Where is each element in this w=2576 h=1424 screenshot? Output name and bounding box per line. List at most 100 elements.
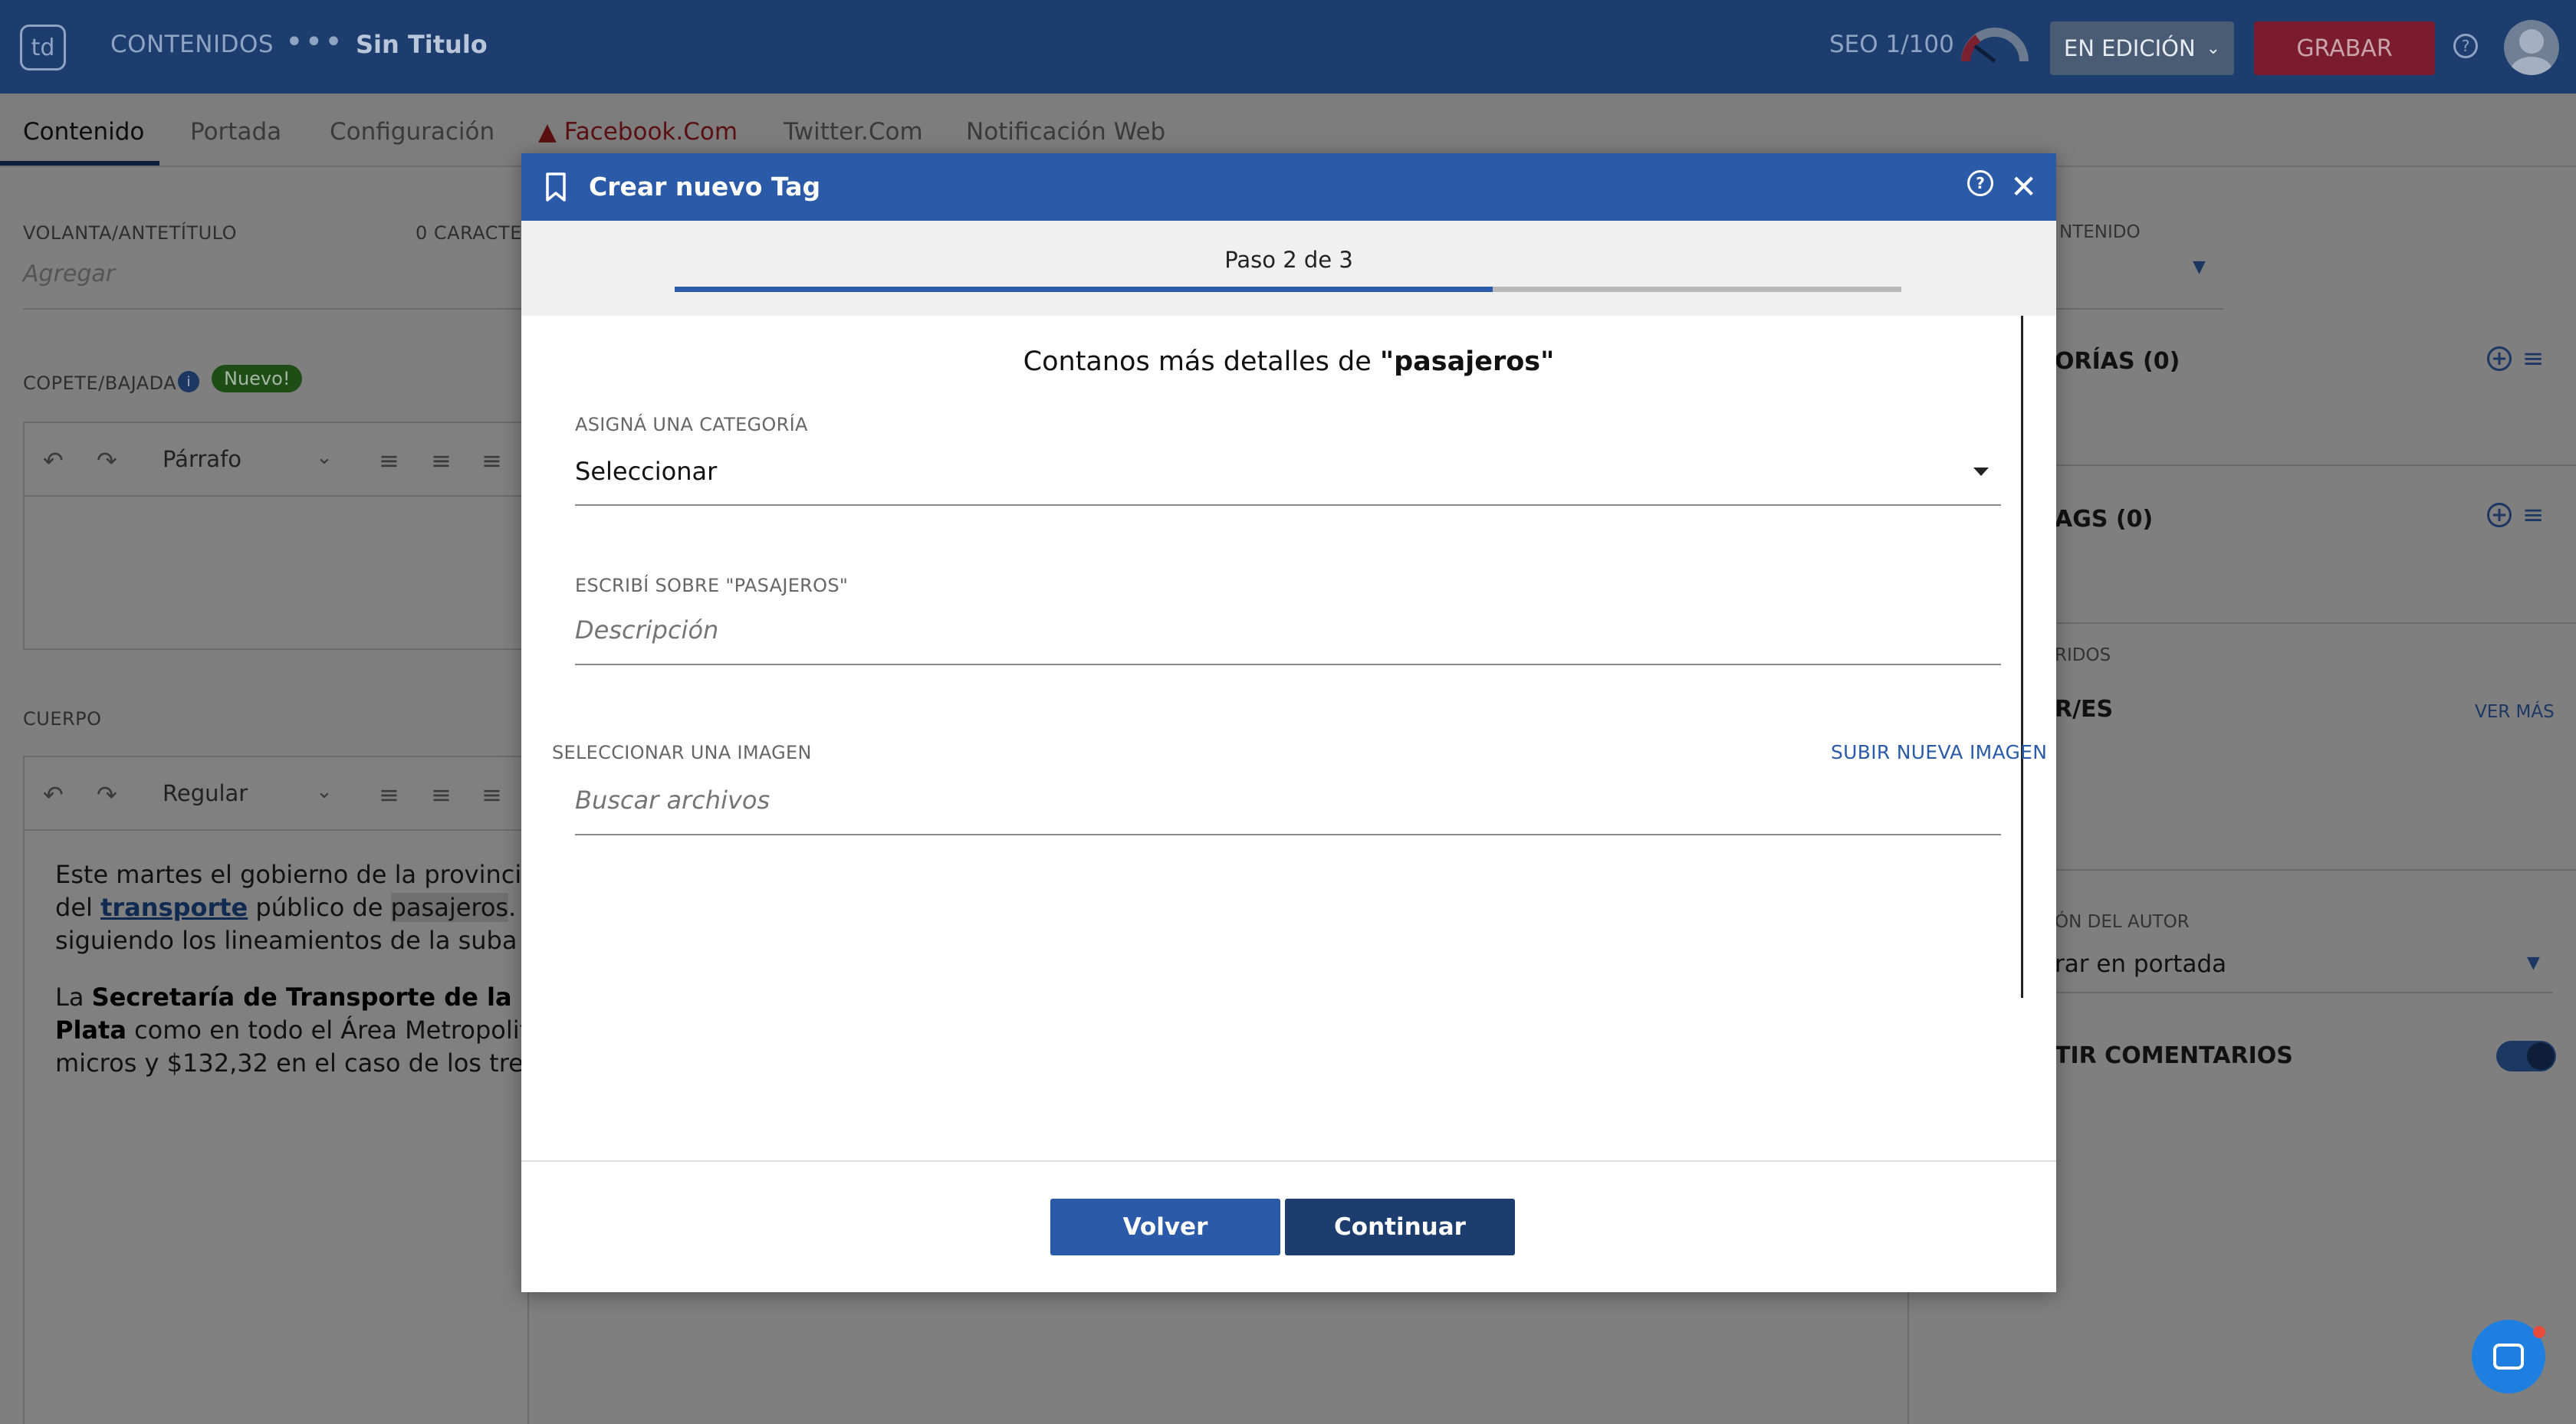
progress-bar — [675, 287, 1901, 292]
body-line: siguiendo los lineamientos de la suba qu — [55, 926, 557, 955]
scrollbar[interactable] — [2021, 316, 2023, 998]
body-line: micros y $132,32 en el caso de los trene… — [55, 1048, 567, 1078]
body-line: Plata como en todo el Área Metropolitan — [55, 1016, 560, 1045]
align-right-icon[interactable]: ≡ — [481, 446, 502, 475]
chat-icon — [2493, 1344, 2524, 1370]
text-style-select[interactable]: Regular — [163, 780, 248, 806]
comentarios-title: TIR COMENTARIOS — [2055, 1042, 2293, 1069]
undo-icon[interactable]: ↶ — [43, 780, 64, 809]
categorias-title: ORÍAS (0) — [2055, 348, 2180, 375]
align-left-icon[interactable]: ≡ — [379, 780, 399, 809]
upload-image-link[interactable]: SUBIR NUEVA IMAGEN — [1831, 741, 2047, 763]
status-label: EN EDICIÓN — [2063, 35, 2196, 61]
description-input[interactable] — [575, 613, 1996, 647]
continue-button[interactable]: Continuar — [1285, 1199, 1515, 1255]
active-tab-indicator — [0, 161, 159, 166]
add-tag-icon[interactable]: + — [2487, 503, 2512, 527]
section-label[interactable]: CONTENIDOS — [110, 31, 274, 58]
copete-label: COPETE/BAJADA — [23, 372, 177, 394]
tab-configuracion[interactable]: Configuración — [330, 118, 495, 146]
tab-facebook-label: Facebook.Com — [564, 118, 738, 146]
chevron-down-icon: ⌄ — [316, 446, 333, 469]
help-icon[interactable]: ? — [2453, 34, 2478, 58]
description-underline — [575, 664, 2001, 665]
avatar[interactable] — [2504, 20, 2559, 75]
caret-down-icon[interactable]: ▼ — [2193, 258, 2206, 277]
modal-title: Crear nuevo Tag — [589, 172, 821, 202]
tab-facebook[interactable]: ▲ Facebook.Com — [538, 118, 738, 146]
copete-editor[interactable]: ↶ ↷ Párrafo ⌄ ≡ ≡ ≡ — [23, 422, 529, 650]
body-paragraph-1[interactable]: Este martes el gobierno de la provincia … — [55, 858, 570, 957]
bookmark-icon — [546, 172, 566, 202]
tab-notificacion-web[interactable]: Notificación Web — [966, 118, 1165, 146]
seo-gauge-icon[interactable] — [1961, 23, 2029, 64]
redo-icon[interactable]: ↷ — [97, 780, 117, 809]
cuerpo-editor[interactable]: ↶ ↷ Regular ⌄ ≡ ≡ ≡ — [23, 756, 529, 1424]
category-label: ASIGNÁ UNA CATEGORÍA — [575, 414, 808, 435]
redo-icon[interactable]: ↷ — [97, 446, 117, 475]
progress-fill — [675, 287, 1493, 292]
back-button[interactable]: Volver — [1050, 1199, 1280, 1255]
tab-portada[interactable]: Portada — [190, 118, 281, 146]
body-line: Este martes el gobierno de la provincia … — [55, 860, 560, 889]
category-list-icon[interactable]: ≡ — [2522, 343, 2545, 374]
chevron-down-icon: ⌄ — [2206, 38, 2221, 58]
tag-list-icon[interactable]: ≡ — [2522, 500, 2545, 530]
autor-display-select[interactable]: rar en portada — [2055, 950, 2226, 978]
undo-icon[interactable]: ↶ — [43, 446, 64, 475]
volanta-input[interactable]: Agregar — [23, 261, 115, 287]
highlighted-tag-word[interactable]: pasajeros — [390, 893, 509, 922]
volanta-counter: 0 CARACTE — [416, 222, 522, 244]
save-button[interactable]: GRABAR — [2254, 21, 2435, 75]
more-icon[interactable]: ••• — [285, 25, 344, 60]
image-label: SELECCIONAR UNA IMAGEN — [552, 742, 812, 763]
modal-header: Crear nuevo Tag ? ✕ — [521, 153, 2056, 221]
help-icon[interactable]: ? — [1967, 170, 1993, 196]
caret-down-icon[interactable] — [1973, 468, 1989, 476]
cuerpo-toolbar: ↶ ↷ Regular ⌄ ≡ ≡ ≡ — [25, 757, 527, 831]
cuerpo-label: CUERPO — [23, 708, 102, 730]
autor-underline — [2055, 992, 2553, 993]
new-badge: Nuevo! — [212, 365, 303, 392]
document-title[interactable]: Sin Titulo — [356, 30, 488, 59]
paragraph-style-select[interactable]: Párrafo — [163, 446, 242, 472]
align-center-icon[interactable]: ≡ — [431, 780, 452, 809]
autores-title: R/ES — [2055, 696, 2114, 723]
stepper: Paso 2 de 3 — [521, 221, 2056, 316]
seo-score[interactable]: SEO 1/100 — [1829, 31, 1954, 58]
body-line: La Secretaría de Transporte de la Nacio — [55, 983, 598, 1012]
step-indicator: Paso 2 de 3 — [1224, 247, 1353, 273]
align-left-icon[interactable]: ≡ — [379, 446, 399, 475]
status-dropdown[interactable]: EN EDICIÓN ⌄ — [2050, 21, 2234, 75]
volanta-label: VOLANTA/ANTETÍTULO — [23, 222, 238, 244]
top-bar: td CONTENIDOS ••• Sin Titulo SEO 1/100 E… — [0, 0, 2576, 94]
modal-heading: Contanos más detalles de "pasajeros" — [1023, 346, 1555, 377]
copete-toolbar: ↶ ↷ Párrafo ⌄ ≡ ≡ ≡ — [25, 423, 527, 497]
transporte-link[interactable]: transporte — [100, 893, 248, 922]
comments-toggle[interactable] — [2496, 1041, 2556, 1071]
td-logo[interactable]: td — [20, 25, 66, 71]
category-underline — [575, 504, 2001, 506]
body-line: del transporte público de pasajeros. Has — [55, 893, 570, 922]
chevron-down-icon: ⌄ — [316, 780, 333, 803]
search-files-underline — [575, 834, 2001, 835]
caret-down-icon[interactable]: ▼ — [2527, 953, 2540, 973]
tab-twitter[interactable]: Twitter.Com — [784, 118, 923, 146]
autor-display-label: ÓN DEL AUTOR — [2055, 912, 2190, 932]
align-right-icon[interactable]: ≡ — [481, 780, 502, 809]
ver-mas-link[interactable]: VER MÁS — [2475, 702, 2555, 722]
create-tag-modal: Crear nuevo Tag ? ✕ Paso 2 de 3 Contanos… — [521, 153, 2056, 1292]
description-label: ESCRIBÍ SOBRE "PASAJEROS" — [575, 575, 849, 596]
info-icon[interactable]: i — [178, 371, 199, 392]
align-center-icon[interactable]: ≡ — [431, 446, 452, 475]
category-select[interactable]: Seleccionar — [575, 457, 717, 486]
add-category-icon[interactable]: + — [2487, 346, 2512, 371]
warning-icon: ▲ — [538, 118, 557, 146]
notification-dot — [2533, 1326, 2545, 1338]
search-files-input[interactable] — [575, 783, 1996, 817]
contenido-type-label: NTENIDO — [2059, 222, 2141, 242]
body-paragraph-2[interactable]: La Secretaría de Transporte de la Nacio … — [55, 981, 597, 1080]
close-icon[interactable]: ✕ — [2010, 169, 2037, 205]
tags-title: AGS (0) — [2055, 506, 2154, 533]
tab-contenido[interactable]: Contenido — [23, 118, 144, 146]
